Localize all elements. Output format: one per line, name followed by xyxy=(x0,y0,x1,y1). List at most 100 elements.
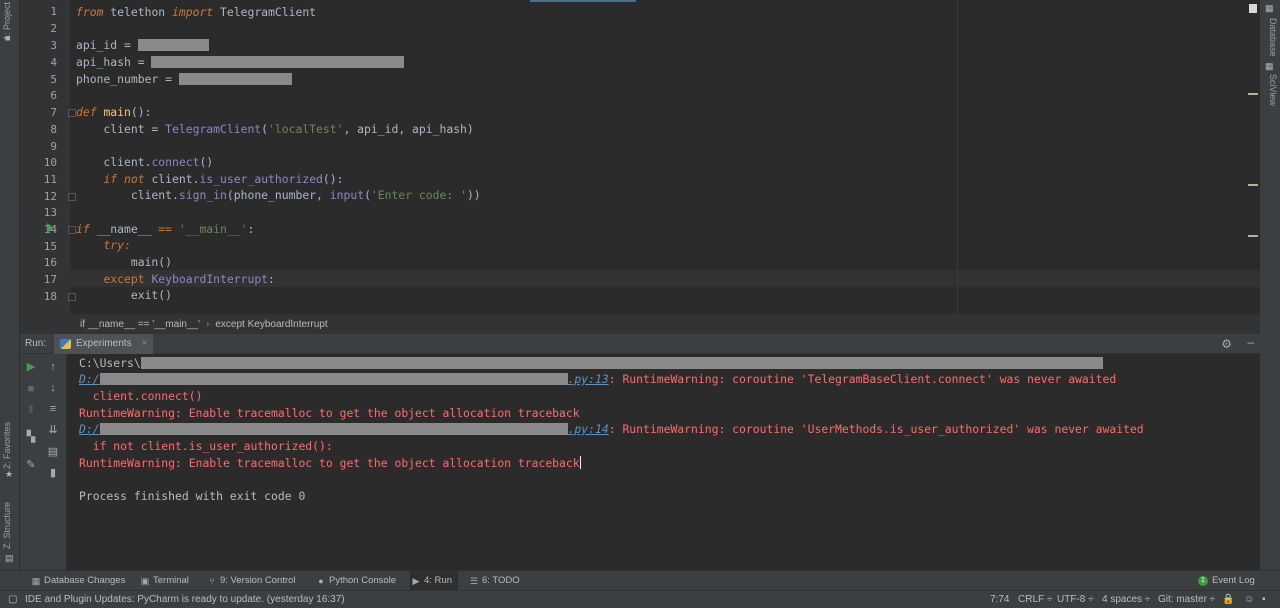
line-number: 15 xyxy=(43,240,57,253)
breadcrumb-item[interactable]: except KeyboardInterrupt xyxy=(215,319,327,330)
event-count-badge: 1 xyxy=(1198,576,1208,586)
close-icon[interactable]: × xyxy=(142,338,148,349)
run-gutter-icon[interactable] xyxy=(47,223,54,233)
tool-run[interactable]: ▶ 4: Run xyxy=(410,571,458,591)
redacted-block xyxy=(137,39,209,51)
status-bar: ▢ IDE and Plugin Updates: PyCharm is rea… xyxy=(0,590,1280,608)
line-number: 2 xyxy=(50,22,57,35)
right-margin-guide xyxy=(957,0,958,314)
console-scrollbar[interactable] xyxy=(1260,354,1280,570)
line-number: 13 xyxy=(43,206,57,219)
left-tool-strip: 1: Project ■ 2: Favorites ★ Z: Structure… xyxy=(0,0,20,590)
code-editor[interactable]: 1 2 3 4 5 6 7 8 9 10 11 12 13 14 15 16 1… xyxy=(20,0,1260,314)
code-line-16: main() xyxy=(76,255,173,269)
code-text-area[interactable]: from telethon import TelegramClient api_… xyxy=(76,0,1260,314)
line-separator[interactable]: CRLF ÷ xyxy=(1018,591,1052,608)
line-number: 1 xyxy=(50,5,57,18)
minimize-icon[interactable]: – xyxy=(1247,335,1254,349)
console-line: client.connect() xyxy=(79,389,203,403)
sciview-icon[interactable]: ▦ xyxy=(1265,62,1275,71)
redacted-block xyxy=(178,73,292,85)
line-number: 17 xyxy=(43,273,57,286)
pin-icon[interactable]: ✎ xyxy=(25,459,37,471)
redacted-block xyxy=(140,357,1103,369)
scroll-marker[interactable] xyxy=(1248,93,1258,95)
line-number: 4 xyxy=(50,56,57,69)
source-link[interactable]: D:/.py:14 xyxy=(79,422,609,436)
tool-python-console[interactable]: ● Python Console xyxy=(315,571,396,591)
fold-marker-icon[interactable] xyxy=(68,226,76,234)
tool-database-changes[interactable]: ▦ Database Changes xyxy=(30,571,126,591)
arrow-down-icon[interactable]: ↓ xyxy=(47,382,59,394)
source-link[interactable]: D:/.py:13 xyxy=(79,372,609,386)
rerun-icon[interactable]: ▶ xyxy=(25,361,37,373)
run-tab-label: Experiments xyxy=(76,338,132,349)
line-number: 11 xyxy=(43,173,57,186)
breadcrumb: if __name__ == '__main__' › except Keyboar… xyxy=(20,314,1260,334)
redacted-block xyxy=(99,373,568,385)
inspection-ok-icon[interactable] xyxy=(1249,4,1257,13)
arrow-up-icon[interactable]: ↑ xyxy=(47,361,59,373)
file-encoding[interactable]: UTF-8 ÷ xyxy=(1057,591,1094,608)
line-number: 9 xyxy=(50,140,57,153)
code-line-5: phone_number = xyxy=(76,71,292,88)
scroll-marker[interactable] xyxy=(1248,235,1258,237)
print-icon[interactable]: ▤ xyxy=(47,446,59,458)
console-line: Process finished with exit code 0 xyxy=(79,489,306,503)
console-line: if not client.is_user_authorized(): xyxy=(79,439,333,453)
python-icon xyxy=(60,339,71,349)
code-line-8: client = TelegramClient('localTest', api… xyxy=(76,122,474,136)
indent-setting[interactable]: 4 spaces ÷ xyxy=(1102,591,1150,608)
database-tool-tab[interactable]: Database xyxy=(1268,18,1278,57)
fold-marker-icon[interactable] xyxy=(68,193,76,201)
caret-position[interactable]: 7:74 xyxy=(990,591,1009,608)
events-icon[interactable]: ▪ xyxy=(1262,591,1266,608)
tool-event-log[interactable]: 1 Event Log xyxy=(1198,571,1255,591)
fold-marker-icon[interactable] xyxy=(68,109,76,117)
sciview-tool-tab[interactable]: SciView xyxy=(1268,74,1278,106)
trash-icon[interactable]: ▮ xyxy=(47,467,59,479)
soft-wrap-icon[interactable]: ≡ xyxy=(47,403,59,415)
line-number: 5 xyxy=(50,73,57,86)
layout-icon[interactable]: ▚ xyxy=(25,431,37,443)
line-number: 16 xyxy=(43,256,57,269)
git-branch[interactable]: Git: master ÷ xyxy=(1158,591,1215,608)
redacted-block xyxy=(99,423,568,435)
gear-icon[interactable]: ⚙ xyxy=(1221,337,1232,351)
notification-icon[interactable]: ▢ xyxy=(8,591,20,608)
code-line-12: client.sign_in(phone_number, input('Ente… xyxy=(76,188,481,202)
status-message[interactable]: IDE and Plugin Updates: PyCharm is ready… xyxy=(25,591,345,608)
structure-tool-tab[interactable]: Z: Structure xyxy=(2,502,12,549)
star-icon[interactable]: ★ xyxy=(5,470,15,479)
line-number: 8 xyxy=(50,123,57,136)
python-console-icon: ● xyxy=(318,576,324,586)
line-number: 18 xyxy=(43,290,57,303)
scroll-to-end-icon[interactable]: ⇊ xyxy=(47,424,59,436)
tool-version-control[interactable]: ⑂ 9: Version Control xyxy=(206,571,295,591)
tool-terminal[interactable]: ▣ Terminal xyxy=(139,571,189,591)
database-changes-icon: ▦ xyxy=(31,576,41,586)
pause-icon[interactable]: ‖ xyxy=(25,404,37,416)
stop-icon[interactable]: ■ xyxy=(25,383,37,395)
folder-icon[interactable]: ■ xyxy=(5,34,15,43)
favorites-tool-tab[interactable]: 2: Favorites xyxy=(2,422,12,469)
terminal-icon: ▣ xyxy=(140,576,150,586)
structure-icon[interactable]: ▤ xyxy=(5,554,15,563)
tool-todo[interactable]: ☰ 6: TODO xyxy=(468,571,520,591)
todo-icon: ☰ xyxy=(469,576,479,586)
scroll-marker[interactable] xyxy=(1248,184,1258,186)
run-tab-experiments[interactable]: Experiments × xyxy=(54,334,154,354)
inspector-icon[interactable]: ☺ xyxy=(1244,591,1254,608)
line-gutter: 1 2 3 4 5 6 7 8 9 10 11 12 13 14 15 16 1… xyxy=(20,0,70,314)
code-line-7: def main(): xyxy=(76,105,152,119)
run-console-output[interactable]: C:\Users\ D:/.py:13: RuntimeWarning: cor… xyxy=(67,354,1260,570)
code-line-10: client.connect() xyxy=(76,155,214,169)
editor-scrollbar[interactable] xyxy=(1246,0,1260,314)
lock-icon[interactable]: 🔒 xyxy=(1222,591,1234,608)
database-icon[interactable]: ▦ xyxy=(1265,4,1275,13)
breadcrumb-item[interactable]: if __name__ == '__main__' xyxy=(80,319,200,330)
code-line-3: api_id = xyxy=(76,37,209,54)
fold-marker-icon[interactable] xyxy=(68,293,76,301)
chevron-right-icon: › xyxy=(206,319,210,330)
code-line-15: try: xyxy=(103,238,131,252)
